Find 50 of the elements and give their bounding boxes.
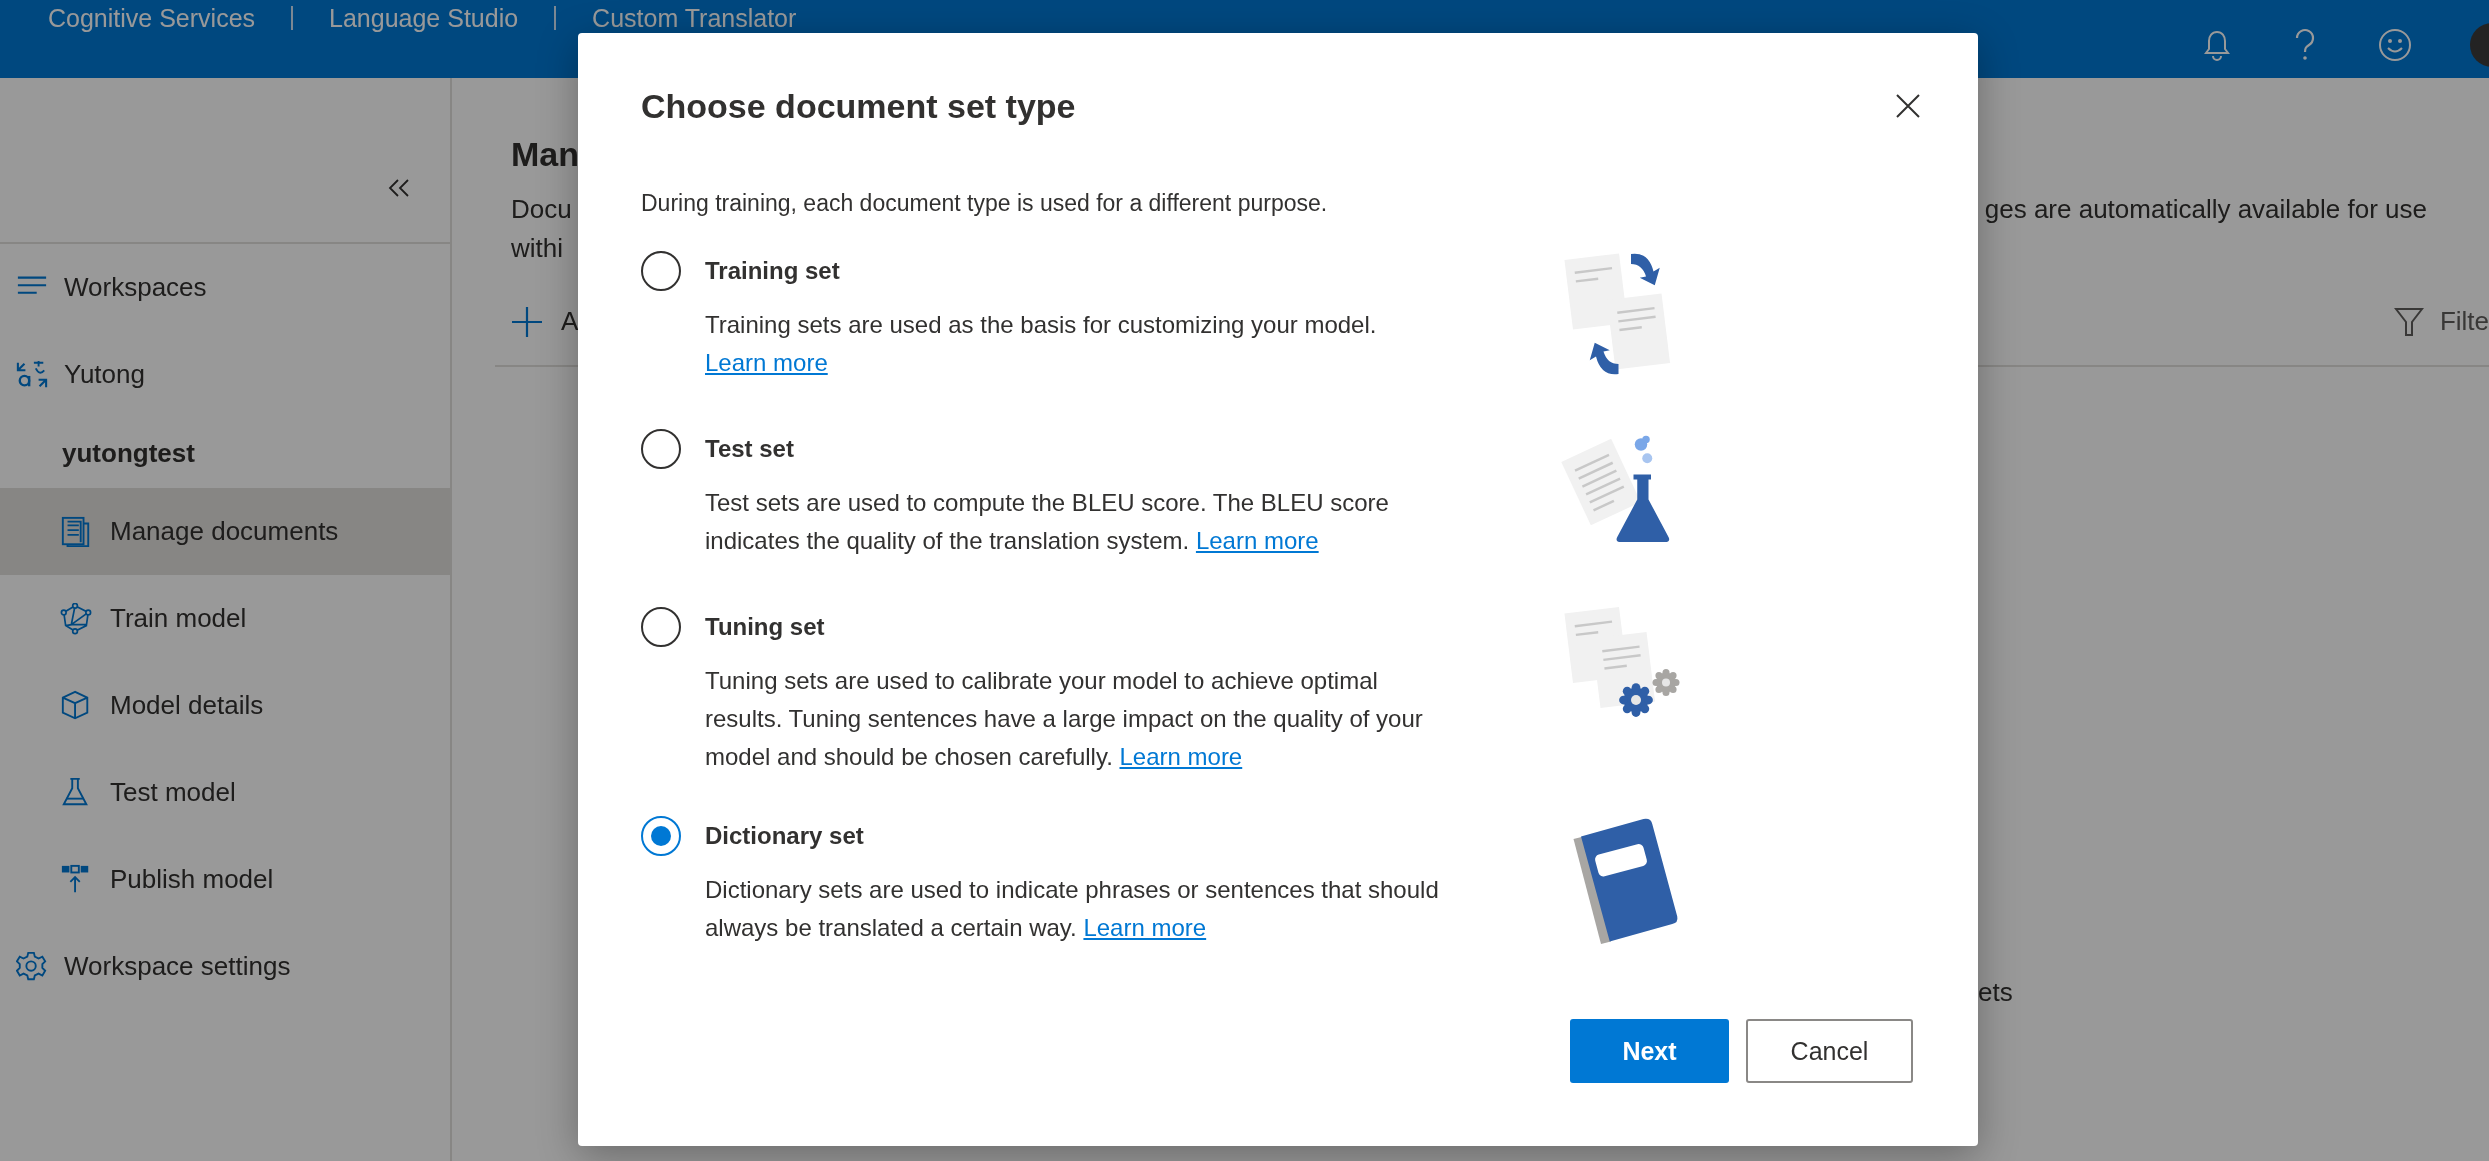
option-description: Tuning sets are used to calibrate your model to achieve optimal results. Tuning sentences have a large impact on the quality of your model and should be chosen carefully. Learn more bbox=[705, 666, 1424, 772]
document-icon bbox=[60, 515, 92, 548]
cancel-button[interactable]: Cancel bbox=[1746, 1019, 1913, 1083]
sidebar-item[interactable]: Yutong bbox=[0, 331, 450, 418]
sidebar-item[interactable]: Manage documents bbox=[0, 488, 450, 575]
option-label[interactable]: Test set bbox=[705, 431, 1445, 467]
option-label[interactable]: Dictionary set bbox=[705, 818, 1445, 854]
sidebar-item[interactable]: Publish model bbox=[0, 836, 450, 923]
filter-button[interactable]: Filte bbox=[2393, 306, 2489, 337]
gear-icon bbox=[16, 950, 48, 983]
close-icon bbox=[1895, 93, 1921, 119]
option-description: Training sets are used as the basis for customizing your model. Learn more bbox=[705, 310, 1378, 378]
sidebar-item[interactable]: Test model bbox=[0, 749, 450, 836]
help-icon[interactable] bbox=[2294, 28, 2316, 62]
sidebar-item[interactable]: Train model bbox=[0, 575, 450, 662]
description-text: Docu bbox=[511, 193, 572, 226]
sidebar-item[interactable]: Workspaces bbox=[0, 244, 450, 331]
radio-button[interactable] bbox=[641, 816, 681, 856]
network-icon bbox=[60, 602, 92, 635]
sidebar-item[interactable]: Model details bbox=[0, 662, 450, 749]
smiley-icon[interactable] bbox=[2378, 28, 2412, 62]
collapse-button[interactable] bbox=[388, 178, 410, 198]
plus-icon bbox=[511, 305, 543, 338]
close-button[interactable] bbox=[1895, 93, 1921, 119]
description-text: ges are automatically available for use bbox=[1984, 193, 2427, 226]
breadcrumb-link[interactable]: Cognitive Services bbox=[48, 4, 256, 32]
next-button[interactable]: Next bbox=[1570, 1019, 1729, 1083]
radio-button[interactable] bbox=[641, 607, 681, 647]
add-button[interactable]: A bbox=[511, 305, 579, 338]
workspace-name: yutongtest bbox=[61, 436, 196, 470]
learn-more-link[interactable]: Learn more bbox=[1195, 527, 1319, 554]
option-label[interactable]: Training set bbox=[705, 253, 1445, 289]
intro-text: During training, each document type is used for a different purpose. bbox=[641, 189, 1329, 218]
sidebar-item[interactable]: Workspace settings bbox=[0, 923, 450, 1010]
filter-icon bbox=[2393, 306, 2424, 337]
option-description: Test sets are used to compute the BLEU score. The BLEU score indicates the quality of the translation system. Learn more bbox=[705, 488, 1390, 556]
body-text: ets bbox=[1978, 977, 2013, 1007]
dialog-title: Choose document set type bbox=[641, 86, 1076, 127]
option-label[interactable]: Tuning set bbox=[705, 609, 1445, 645]
description-text: withi bbox=[511, 232, 563, 265]
radio-button[interactable] bbox=[641, 429, 681, 469]
radio-button[interactable] bbox=[641, 251, 681, 291]
breadcrumb-link[interactable]: Language Studio bbox=[329, 4, 519, 32]
option-description: Dictionary sets are used to indicate phrases or sentences that should always be translated a certain way. Learn more bbox=[705, 875, 1440, 943]
notification-bell-icon[interactable] bbox=[2202, 29, 2232, 61]
breadcrumb-link[interactable]: Custom Translator bbox=[592, 4, 797, 32]
learn-more-link[interactable]: Learn more bbox=[1119, 743, 1243, 770]
learn-more-link[interactable]: Learn more bbox=[1083, 914, 1207, 941]
page-title: Man bbox=[511, 134, 579, 174]
learn-more-link[interactable]: Learn more bbox=[705, 349, 828, 376]
